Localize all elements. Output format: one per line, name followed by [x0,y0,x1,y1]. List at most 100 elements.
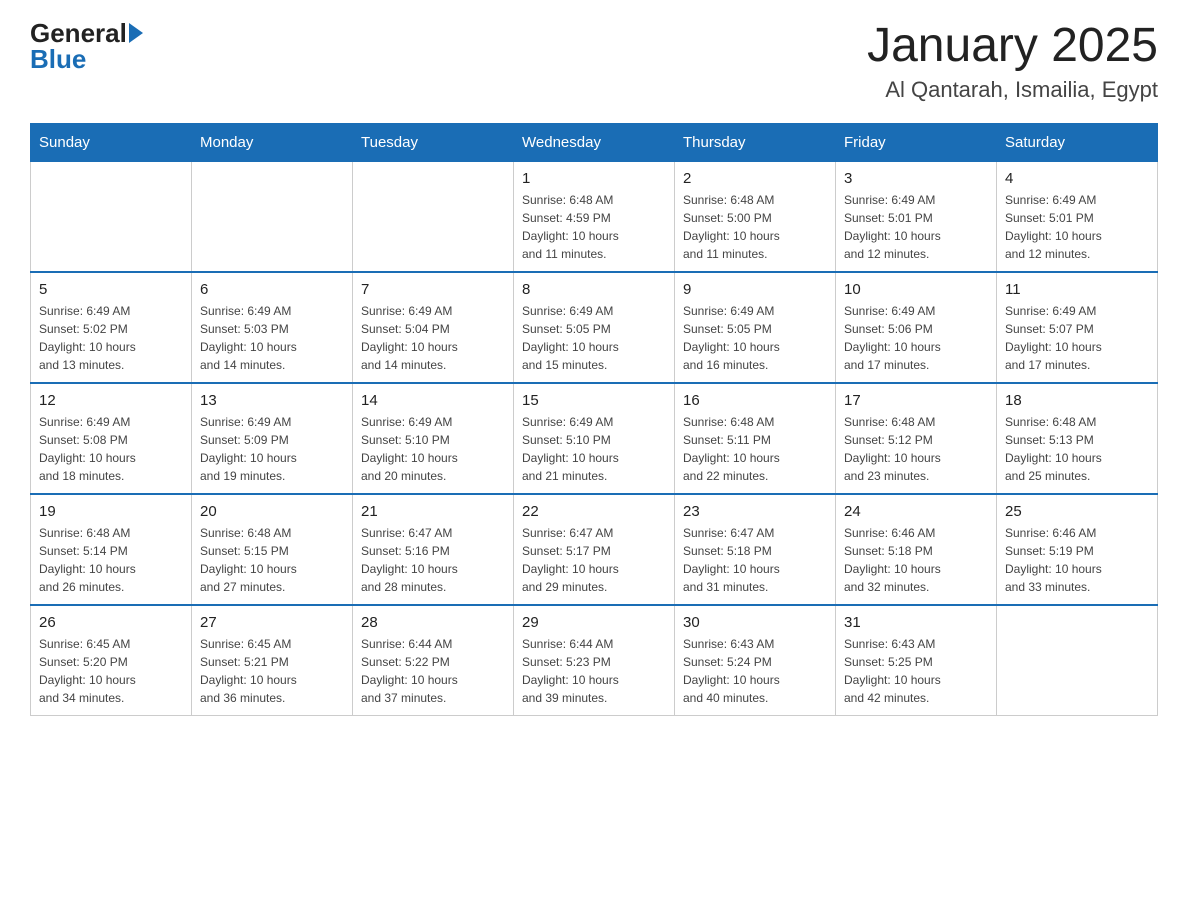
calendar-week-row: 26 Sunrise: 6:45 AM Sunset: 5:20 PM Dayli… [31,605,1158,716]
day-info: Sunrise: 6:49 AM Sunset: 5:05 PM Dayligh… [683,302,827,374]
calendar-cell: 14 Sunrise: 6:49 AM Sunset: 5:10 PM Dayli… [353,383,514,494]
day-number: 10 [844,281,988,298]
day-number: 11 [1005,281,1149,298]
calendar-cell: 30 Sunrise: 6:43 AM Sunset: 5:24 PM Dayli… [675,605,836,716]
calendar-cell: 5 Sunrise: 6:49 AM Sunset: 5:02 PM Daylig… [31,272,192,383]
calendar-week-row: 12 Sunrise: 6:49 AM Sunset: 5:08 PM Dayli… [31,383,1158,494]
calendar-cell: 27Sunrise: 6:45 AM Sunset: 5:21 PM Dayli… [192,605,353,716]
calendar-cell: 2 Sunrise: 6:48 AM Sunset: 5:00 PM Daylig… [675,161,836,272]
calendar-header-thursday: Thursday [675,123,836,161]
calendar-cell: 7Sunrise: 6:49 AM Sunset: 5:04 PM Daylig… [353,272,514,383]
calendar-cell: 17Sunrise: 6:48 AM Sunset: 5:12 PM Dayli… [836,383,997,494]
day-number: 8 [522,281,666,298]
logo-blue-text: Blue [30,46,86,72]
day-info: Sunrise: 6:49 AM Sunset: 5:01 PM Dayligh… [1005,191,1149,263]
calendar-cell: 26 Sunrise: 6:45 AM Sunset: 5:20 PM Dayli… [31,605,192,716]
day-number: 25 [1005,503,1149,520]
day-info: Sunrise: 6:49 AM Sunset: 5:08 PM Dayligh… [39,413,183,485]
day-info: Sunrise: 6:48 AM Sunset: 5:11 PM Dayligh… [683,413,827,485]
calendar-cell: 15 Sunrise: 6:49 AM Sunset: 5:10 PM Dayli… [514,383,675,494]
calendar-cell: 9 Sunrise: 6:49 AM Sunset: 5:05 PM Daylig… [675,272,836,383]
calendar-cell: 23 Sunrise: 6:47 AM Sunset: 5:18 PM Dayli… [675,494,836,605]
calendar-header-monday: Monday [192,123,353,161]
day-number: 13 [200,392,344,409]
logo-general-text: General [30,20,127,46]
day-info: Sunrise: 6:49 AM Sunset: 5:09 PM Dayligh… [200,413,344,485]
calendar-cell [192,161,353,272]
day-info: Sunrise: 6:48 AM Sunset: 4:59 PM Dayligh… [522,191,666,263]
calendar-cell [31,161,192,272]
day-number: 5 [39,281,183,298]
calendar-header-wednesday: Wednesday [514,123,675,161]
day-number: 14 [361,392,505,409]
calendar-cell: 19 Sunrise: 6:48 AM Sunset: 5:14 PM Dayli… [31,494,192,605]
calendar-cell: 25 Sunrise: 6:46 AM Sunset: 5:19 PM Dayli… [997,494,1158,605]
day-info: Sunrise: 6:48 AM Sunset: 5:12 PM Dayligh… [844,413,988,485]
calendar-header-saturday: Saturday [997,123,1158,161]
day-info: Sunrise: 6:47 AM Sunset: 5:18 PM Dayligh… [683,524,827,596]
calendar-cell: 13 Sunrise: 6:49 AM Sunset: 5:09 PM Dayli… [192,383,353,494]
day-info: Sunrise: 6:48 AM Sunset: 5:14 PM Dayligh… [39,524,183,596]
calendar-week-row: 19 Sunrise: 6:48 AM Sunset: 5:14 PM Dayli… [31,494,1158,605]
day-number: 15 [522,392,666,409]
day-number: 4 [1005,170,1149,187]
day-number: 23 [683,503,827,520]
logo: General Blue [30,20,143,72]
calendar-cell: 3Sunrise: 6:49 AM Sunset: 5:01 PM Daylig… [836,161,997,272]
day-info: Sunrise: 6:46 AM Sunset: 5:19 PM Dayligh… [1005,524,1149,596]
day-number: 1 [522,170,666,187]
day-number: 22 [522,503,666,520]
page-header: General Blue January 2025 Al Qantarah, I… [30,20,1158,103]
calendar-cell: 8 Sunrise: 6:49 AM Sunset: 5:05 PM Daylig… [514,272,675,383]
calendar-header-tuesday: Tuesday [353,123,514,161]
calendar-header-sunday: Sunday [31,123,192,161]
calendar-cell: 18Sunrise: 6:48 AM Sunset: 5:13 PM Dayli… [997,383,1158,494]
calendar-cell: 16 Sunrise: 6:48 AM Sunset: 5:11 PM Dayli… [675,383,836,494]
calendar-cell: 29Sunrise: 6:44 AM Sunset: 5:23 PM Dayli… [514,605,675,716]
calendar-cell: 22 Sunrise: 6:47 AM Sunset: 5:17 PM Dayli… [514,494,675,605]
day-number: 26 [39,614,183,631]
calendar-cell: 12 Sunrise: 6:49 AM Sunset: 5:08 PM Dayli… [31,383,192,494]
calendar-cell: 11Sunrise: 6:49 AM Sunset: 5:07 PM Dayli… [997,272,1158,383]
day-info: Sunrise: 6:48 AM Sunset: 5:00 PM Dayligh… [683,191,827,263]
calendar-cell: 31Sunrise: 6:43 AM Sunset: 5:25 PM Dayli… [836,605,997,716]
month-title: January 2025 [867,20,1158,73]
day-info: Sunrise: 6:45 AM Sunset: 5:20 PM Dayligh… [39,635,183,707]
calendar-cell: 10 Sunrise: 6:49 AM Sunset: 5:06 PM Dayli… [836,272,997,383]
day-info: Sunrise: 6:43 AM Sunset: 5:24 PM Dayligh… [683,635,827,707]
calendar-table: SundayMondayTuesdayWednesdayThursdayFrid… [30,123,1158,716]
day-number: 7 [361,281,505,298]
day-number: 30 [683,614,827,631]
day-info: Sunrise: 6:43 AM Sunset: 5:25 PM Dayligh… [844,635,988,707]
day-number: 24 [844,503,988,520]
logo-arrow-icon [129,23,143,43]
day-number: 9 [683,281,827,298]
day-number: 18 [1005,392,1149,409]
day-info: Sunrise: 6:49 AM Sunset: 5:06 PM Dayligh… [844,302,988,374]
day-info: Sunrise: 6:49 AM Sunset: 5:10 PM Dayligh… [361,413,505,485]
calendar-cell: 21 Sunrise: 6:47 AM Sunset: 5:16 PM Dayli… [353,494,514,605]
day-number: 6 [200,281,344,298]
day-info: Sunrise: 6:44 AM Sunset: 5:22 PM Dayligh… [361,635,505,707]
day-info: Sunrise: 6:47 AM Sunset: 5:17 PM Dayligh… [522,524,666,596]
day-number: 2 [683,170,827,187]
day-info: Sunrise: 6:45 AM Sunset: 5:21 PM Dayligh… [200,635,344,707]
calendar-header-row: SundayMondayTuesdayWednesdayThursdayFrid… [31,123,1158,161]
day-number: 3 [844,170,988,187]
day-number: 19 [39,503,183,520]
day-info: Sunrise: 6:49 AM Sunset: 5:05 PM Dayligh… [522,302,666,374]
calendar-week-row: 5 Sunrise: 6:49 AM Sunset: 5:02 PM Daylig… [31,272,1158,383]
calendar-week-row: 1 Sunrise: 6:48 AM Sunset: 4:59 PM Daylig… [31,161,1158,272]
day-number: 21 [361,503,505,520]
day-number: 20 [200,503,344,520]
day-number: 28 [361,614,505,631]
day-info: Sunrise: 6:48 AM Sunset: 5:15 PM Dayligh… [200,524,344,596]
day-info: Sunrise: 6:49 AM Sunset: 5:02 PM Dayligh… [39,302,183,374]
day-number: 12 [39,392,183,409]
day-number: 16 [683,392,827,409]
day-info: Sunrise: 6:49 AM Sunset: 5:10 PM Dayligh… [522,413,666,485]
day-info: Sunrise: 6:47 AM Sunset: 5:16 PM Dayligh… [361,524,505,596]
calendar-cell [353,161,514,272]
title-block: January 2025 Al Qantarah, Ismailia, Egyp… [867,20,1158,103]
location-title: Al Qantarah, Ismailia, Egypt [867,77,1158,103]
